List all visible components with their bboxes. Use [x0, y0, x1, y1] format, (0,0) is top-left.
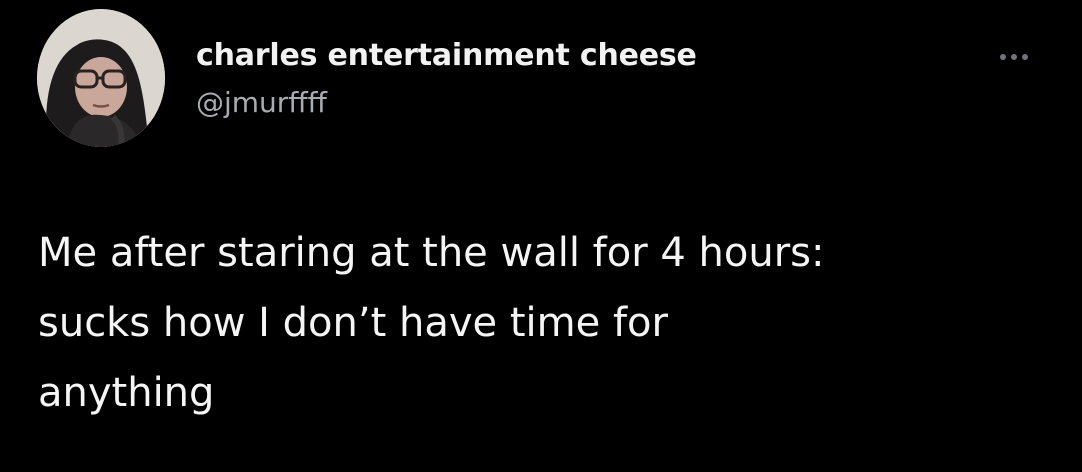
more-options-icon[interactable]: [990, 42, 1038, 72]
tweet-text-line: anything: [38, 370, 215, 416]
more-dot: [1022, 54, 1028, 60]
more-dot: [1011, 54, 1017, 60]
tweet-card: charles entertainment cheese @jmurffff M…: [0, 0, 1082, 472]
avatar-photo-icon: [37, 9, 165, 147]
tweet-text-line: Me after staring at the wall for 4 hours…: [38, 230, 825, 276]
author-avatar[interactable]: [37, 9, 165, 147]
author-display-name[interactable]: charles entertainment cheese: [196, 38, 697, 73]
tweet-text: Me after staring at the wall for 4 hours…: [38, 218, 1048, 428]
tweet-text-line: sucks how I don’t have time for: [38, 300, 668, 346]
more-dot: [1000, 54, 1006, 60]
author-handle[interactable]: @jmurffff: [196, 86, 327, 119]
